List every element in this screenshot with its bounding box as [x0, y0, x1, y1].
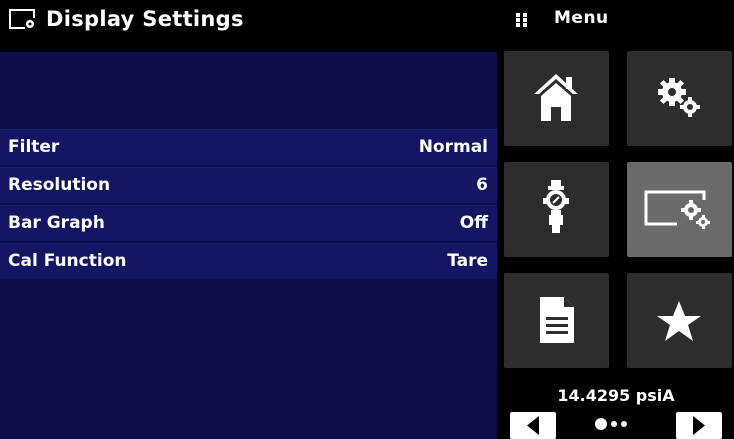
page-dot	[621, 421, 627, 427]
setting-value: 6	[476, 175, 488, 195]
display-settings-icon	[644, 190, 712, 230]
setting-label: Filter	[8, 137, 60, 157]
gears-icon	[658, 78, 700, 117]
display-settings-button[interactable]	[627, 162, 732, 257]
sensor-button[interactable]	[504, 162, 609, 257]
page-dot	[611, 421, 617, 427]
home-icon	[534, 74, 578, 121]
setting-value: Tare	[447, 251, 488, 271]
prev-page-button[interactable]	[510, 412, 556, 439]
display-settings-icon	[9, 9, 37, 31]
setting-row-cal-function[interactable]: Cal Function Tare	[0, 243, 497, 279]
favorites-button[interactable]	[627, 273, 732, 368]
documents-button[interactable]	[504, 273, 609, 368]
menu-header[interactable]: Menu	[498, 0, 734, 40]
title-bar: Display Settings	[0, 0, 498, 40]
document-icon	[540, 297, 574, 343]
star-icon	[657, 301, 701, 341]
setting-row-bar-graph[interactable]: Bar Graph Off	[0, 205, 497, 241]
setting-label: Cal Function	[8, 251, 127, 271]
home-button[interactable]	[504, 51, 609, 146]
setting-row-filter[interactable]: Filter Normal	[0, 129, 497, 165]
setting-value: Off	[459, 213, 488, 233]
page-dot-active	[595, 418, 607, 430]
setting-row-resolution[interactable]: Resolution 6	[0, 167, 497, 203]
arrow-left-icon	[527, 416, 539, 435]
pressure-readout: 14.4295 psiA	[557, 386, 675, 405]
page-indicator	[595, 417, 645, 431]
arrow-right-icon	[693, 416, 705, 435]
setting-label: Bar Graph	[8, 213, 105, 233]
menu-label: Menu	[554, 8, 609, 28]
setting-label: Resolution	[8, 175, 111, 195]
page-title: Display Settings	[46, 7, 244, 31]
pressure-sensor-icon	[543, 180, 569, 233]
next-page-button[interactable]	[676, 412, 722, 439]
settings-panel: Filter Normal Resolution 6 Bar Graph Off…	[0, 52, 497, 439]
grid-dots-icon	[516, 13, 528, 27]
settings-button[interactable]	[627, 51, 732, 146]
setting-value: Normal	[418, 137, 488, 157]
